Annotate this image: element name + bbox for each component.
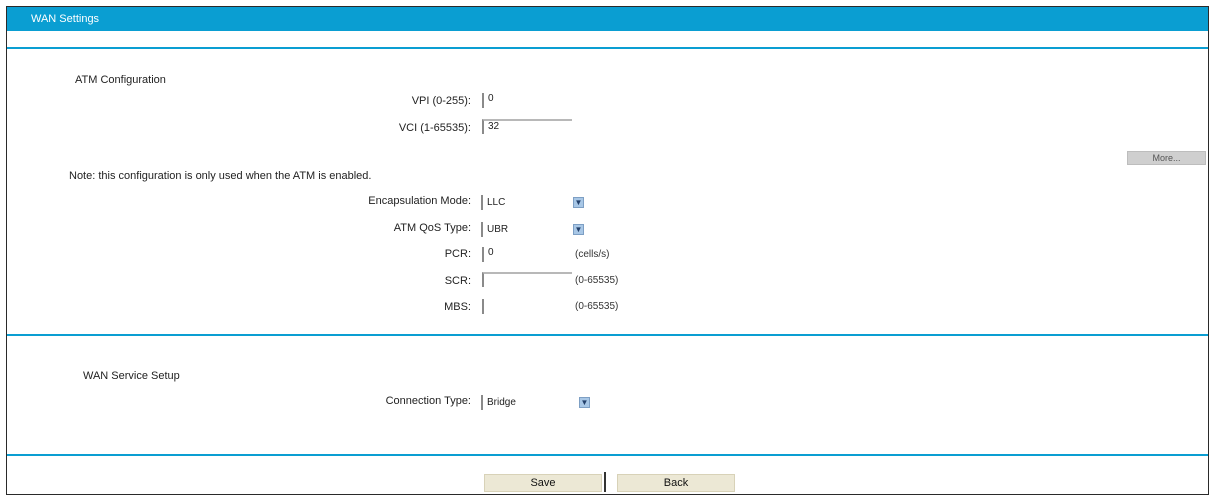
qos-type-label: ATM QoS Type:	[393, 222, 471, 234]
save-button[interactable]: Save	[484, 474, 602, 492]
vpi-label: VPI (0-255):	[411, 95, 471, 107]
pcr-hint: (cells/s)	[575, 249, 610, 260]
button-separator	[604, 472, 606, 492]
divider-middle	[7, 334, 1208, 336]
pcr-input[interactable]: 0	[482, 247, 572, 262]
vci-input[interactable]: 32	[482, 119, 572, 134]
chevron-down-icon[interactable]: ▼	[579, 397, 590, 408]
back-button[interactable]: Back	[617, 474, 735, 492]
atm-section-title: ATM Configuration	[75, 74, 166, 86]
chevron-down-icon[interactable]: ▼	[573, 224, 584, 235]
vpi-input[interactable]: 0	[482, 93, 572, 108]
qos-type-select[interactable]: UBR	[481, 222, 571, 237]
divider-bottom	[7, 454, 1208, 456]
connection-type-label: Connection Type:	[385, 395, 471, 407]
encap-mode-label: Encapsulation Mode:	[368, 195, 471, 207]
mbs-label: MBS:	[444, 301, 471, 313]
pcr-label: PCR:	[444, 248, 471, 260]
encap-mode-select[interactable]: LLC	[481, 195, 571, 210]
chevron-down-icon[interactable]: ▼	[573, 197, 584, 208]
scr-label: SCR:	[444, 275, 471, 287]
scr-hint: (0-65535)	[575, 275, 619, 286]
scr-input[interactable]	[482, 272, 572, 287]
mbs-hint: (0-65535)	[575, 301, 619, 312]
more-button[interactable]: More...	[1127, 151, 1206, 165]
wan-service-section-title: WAN Service Setup	[83, 370, 180, 382]
mbs-input[interactable]	[482, 299, 572, 314]
encap-note: Note: this configuration is only used wh…	[69, 170, 372, 182]
divider-top	[7, 47, 1208, 49]
wan-settings-panel: WAN Settings ATM Configuration VPI (0-25…	[6, 6, 1209, 495]
connection-type-select[interactable]: Bridge	[481, 395, 575, 410]
vci-label: VCI (1-65535):	[398, 122, 471, 134]
panel-title: WAN Settings	[7, 7, 1208, 31]
